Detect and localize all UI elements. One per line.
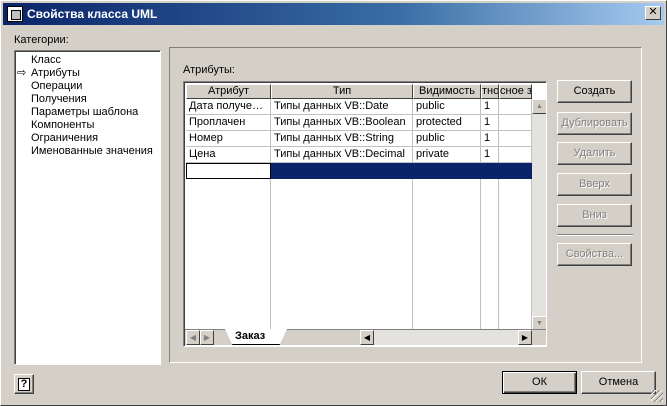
cancel-button[interactable]: Отмена — [581, 371, 656, 394]
new-row-cell[interactable] — [271, 163, 413, 179]
move-up-button[interactable]: Вверх — [557, 173, 632, 196]
help-button[interactable]: ? — [14, 374, 34, 394]
grid-cell[interactable]: 1 — [481, 115, 499, 131]
grid-cell[interactable]: Проплачен — [186, 115, 271, 131]
new-row-input[interactable] — [186, 163, 271, 179]
selected-arrow-icon: ⇨ — [17, 67, 27, 79]
grid-cell[interactable] — [499, 131, 532, 147]
empty-column — [413, 179, 481, 331]
grid-cell[interactable]: Типы данных VB::Decimal — [271, 147, 413, 163]
new-row-cell[interactable] — [413, 163, 481, 179]
empty-column — [499, 179, 532, 331]
hscroll-right-icon[interactable]: ▶ — [518, 330, 532, 345]
attributes-grid[interactable]: Атрибут Тип Видимость тно сное зн Дата п… — [183, 81, 547, 347]
create-button[interactable]: Создать — [557, 80, 632, 103]
grid-cell[interactable]: public — [413, 131, 481, 147]
category-item-template-params[interactable]: Параметры шаблона — [31, 106, 138, 119]
column-header-initial-value[interactable]: сное зн — [499, 84, 532, 99]
category-item-tagged-values[interactable]: Именованные значения — [31, 145, 153, 158]
uml-class-properties-dialog: Свойства класса UML ✕ Категории: Класс ⇨… — [0, 0, 667, 406]
close-button[interactable]: ✕ — [645, 6, 661, 20]
horizontal-scroll-track[interactable] — [374, 330, 518, 345]
scroll-up-arrow-icon[interactable]: ▲ — [532, 99, 546, 114]
grid-cell[interactable]: Дата получе… — [186, 99, 271, 115]
grid-cell[interactable]: Типы данных VB::Date — [271, 99, 413, 115]
new-row-cell[interactable] — [499, 163, 532, 179]
tab-scroll-right-icon[interactable]: ▶ — [200, 330, 214, 345]
app-icon — [7, 6, 23, 22]
duplicate-button[interactable]: Дублировать — [557, 112, 632, 135]
grid-cell[interactable]: Типы данных VB::Boolean — [271, 115, 413, 131]
delete-button[interactable]: Удалить — [557, 142, 632, 165]
empty-column — [481, 179, 499, 331]
sheet-tab-order[interactable]: Заказ — [225, 329, 287, 345]
category-item-class[interactable]: Класс — [31, 54, 61, 67]
tab-scroll-left-icon[interactable]: ◀ — [186, 330, 200, 345]
grid-cell[interactable]: private — [413, 147, 481, 163]
vertical-scrollbar[interactable]: ▲ ▼ — [532, 99, 546, 331]
resize-grip-icon[interactable] — [651, 390, 663, 402]
category-item-receptions[interactable]: Получения — [31, 93, 87, 106]
grid-cell[interactable]: Номер — [186, 131, 271, 147]
attributes-label: Атрибуты: — [183, 64, 235, 76]
column-header-type[interactable]: Тип — [271, 84, 413, 99]
grid-cell[interactable]: 1 — [481, 99, 499, 115]
empty-column — [271, 179, 413, 331]
grid-cell[interactable] — [499, 99, 532, 115]
grid-cell[interactable] — [499, 115, 532, 131]
grid-cell[interactable]: protected — [413, 115, 481, 131]
empty-column — [186, 179, 271, 331]
help-icon: ? — [18, 378, 30, 391]
ok-button[interactable]: ОК — [502, 371, 577, 394]
title-bar[interactable]: Свойства класса UML ✕ — [3, 3, 664, 25]
grid-cell[interactable]: 1 — [481, 147, 499, 163]
hscroll-left-icon[interactable]: ◀ — [360, 330, 374, 345]
column-header-attribute[interactable]: Атрибут — [186, 84, 271, 99]
new-row-cell[interactable] — [481, 163, 499, 179]
categories-label: Категории: — [14, 34, 69, 46]
column-header-multiplicity[interactable]: тно — [481, 84, 499, 99]
sheet-tab-bar: ◀ ▶ Заказ ◀ ▶ — [185, 329, 546, 345]
category-item-operations[interactable]: Операции — [31, 80, 82, 93]
categories-list[interactable]: Класс ⇨ Атрибуты Операции Получения Пара… — [14, 50, 161, 365]
category-item-components[interactable]: Компоненты — [31, 119, 94, 132]
grid-cell[interactable] — [499, 147, 532, 163]
category-item-attributes[interactable]: ⇨ Атрибуты — [17, 67, 80, 80]
properties-button[interactable]: Свойства... — [557, 243, 632, 266]
grid-cell[interactable]: Типы данных VB::String — [271, 131, 413, 147]
button-separator — [557, 234, 633, 236]
category-item-constraints[interactable]: Ограничения — [31, 132, 98, 145]
grid-cell[interactable]: 1 — [481, 131, 499, 147]
grid-cell[interactable]: Цена — [186, 147, 271, 163]
column-header-visibility[interactable]: Видимость — [413, 84, 481, 99]
grid-cell[interactable]: public — [413, 99, 481, 115]
window-title: Свойства класса UML — [27, 7, 158, 21]
move-down-button[interactable]: Вниз — [557, 204, 632, 227]
